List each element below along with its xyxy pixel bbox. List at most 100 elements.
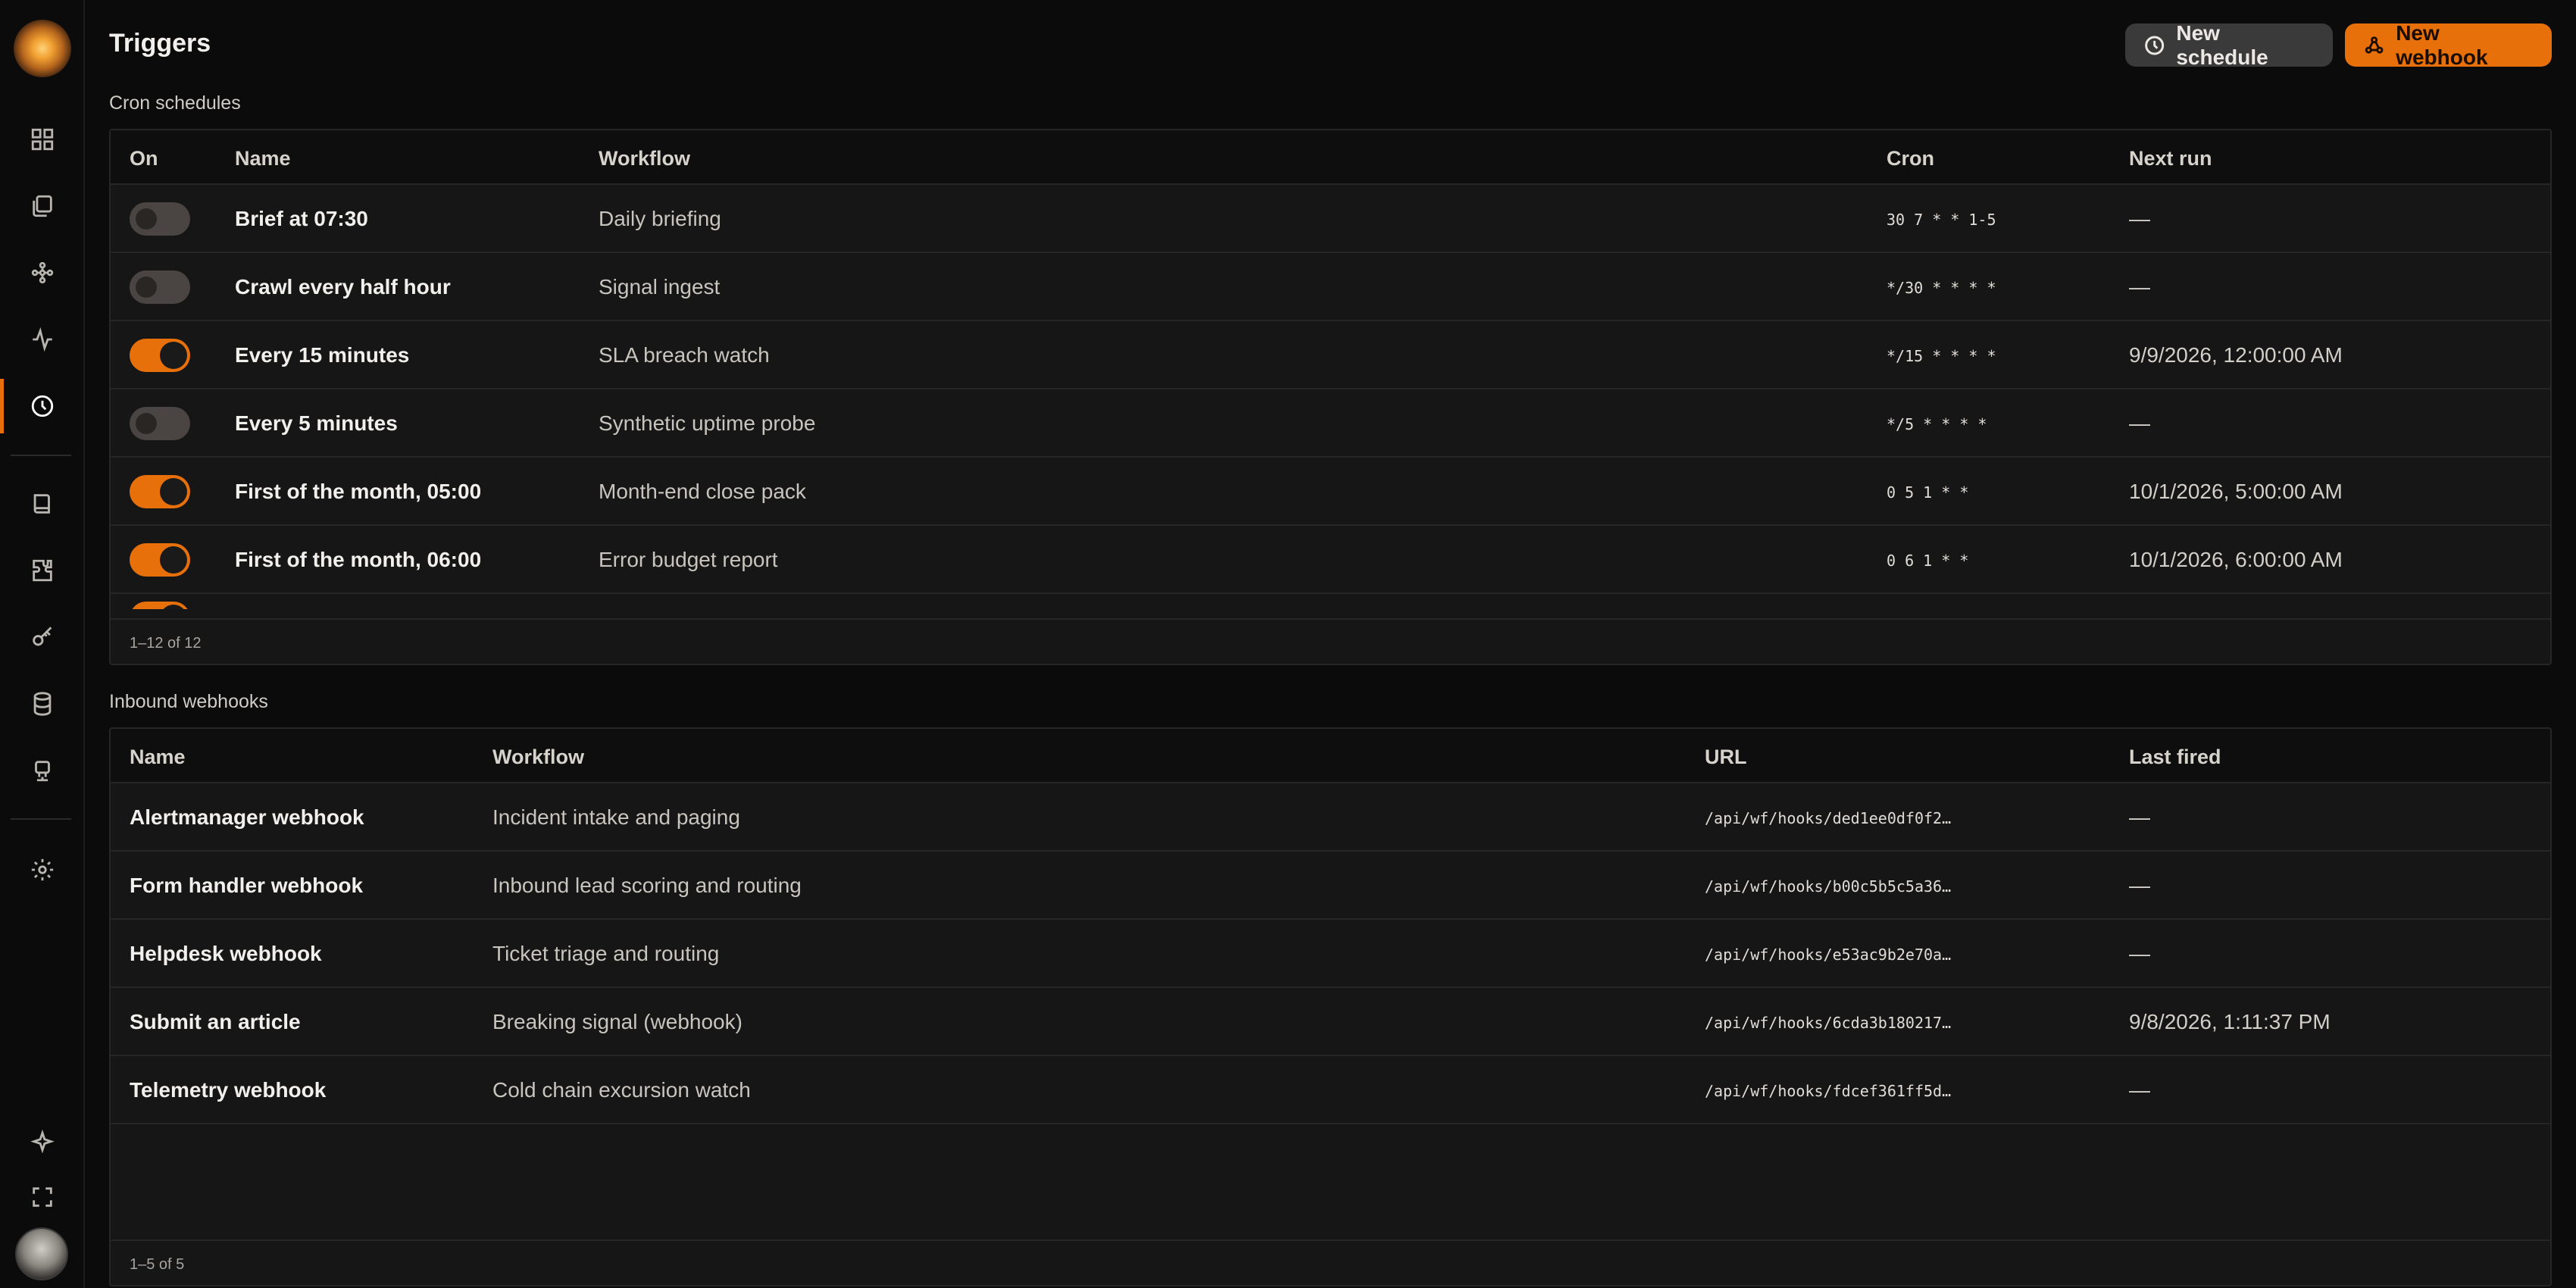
toggle-knob [136,413,157,434]
enable-toggle[interactable] [130,202,190,236]
last-fired: — [2129,874,2150,897]
col-on: On [130,147,158,170]
webhook-url: /api/wf/hooks/ded1ee0df0f2… [1705,809,1952,827]
sidebar-item-activity[interactable] [0,309,85,370]
activity-icon [33,327,52,352]
sidebar-item-graph[interactable] [0,242,85,303]
sidebar-item-plugins[interactable] [0,540,85,601]
col-cron[interactable]: Cron [1887,147,1934,170]
clock-icon [2145,36,2165,55]
book-icon [33,494,50,514]
table-row: Form handler webhook Inbound lead scoring… [111,852,2550,920]
next-run: — [2129,275,2150,299]
table-row: Telemetry webhook Cold chain excursion wa… [111,1056,2550,1124]
enable-toggle[interactable] [130,407,190,440]
enable-toggle[interactable] [130,339,190,372]
table-row: Helpdesk webhook Ticket triage and routin… [111,920,2550,988]
app-logo[interactable] [14,20,71,77]
col-name[interactable]: Name [235,147,291,170]
webhook-name: Helpdesk webhook [130,942,322,965]
new-schedule-label: New schedule [2176,20,2268,69]
schedule-workflow[interactable]: Error budget report [599,548,778,572]
sidebar-item-assistant[interactable] [0,1112,85,1173]
sidebar-item-settings[interactable] [0,839,85,900]
enable-toggle[interactable] [130,602,190,609]
webhook-url: /api/wf/hooks/fdcef361ff5d… [1705,1082,1952,1100]
last-fired: — [2129,805,2150,829]
schedule-name: Brief at 07:30 [235,207,368,230]
schedule-workflow[interactable]: SLA breach watch [599,343,770,367]
col-workflow[interactable]: Workflow [599,147,690,170]
last-fired: 9/8/2026, 1:11:37 PM [2129,1010,2331,1033]
sidebar-item-agents[interactable] [0,740,85,801]
webhook-workflow[interactable]: Incident intake and paging [492,805,740,830]
schedule-name: First of the month, 05:00 [235,480,482,503]
webhook-workflow[interactable]: Cold chain excursion watch [492,1078,751,1102]
cron-section-label: Cron schedules [109,92,241,114]
webhook-url: /api/wf/hooks/b00c5b5c5a36… [1705,877,1952,896]
webhook-workflow[interactable]: Breaking signal (webhook) [492,1010,742,1034]
puzzle-icon [33,559,52,582]
sidebar-item-files[interactable] [0,176,85,236]
table-row: Crawl every half hour Signal ingest */30 *… [111,253,2550,321]
sidebar-item-triggers[interactable] [0,376,85,436]
sidebar-item-docs[interactable] [0,474,85,534]
enable-toggle[interactable] [130,270,190,304]
webhooks-pagination: 1–5 of 5 [130,1256,185,1273]
col-workflow[interactable]: Workflow [492,746,584,769]
schedule-workflow[interactable]: Month-end close pack [599,480,806,504]
sidebar-item-dashboard[interactable] [0,109,85,170]
clock-icon [31,395,54,417]
webhook-name: Form handler webhook [130,874,364,897]
next-run: — [2129,207,2150,230]
table-row: Alertmanager webhook Incident intake and … [111,783,2550,852]
table-row: Brief at 07:30 Daily briefing 30 7 * * 1-5… [111,185,2550,253]
schedule-workflow[interactable]: Daily briefing [599,207,721,231]
cron-expression: */30 * * * * [1887,279,1996,297]
enable-toggle[interactable] [130,543,190,577]
robot-icon [35,761,50,782]
cron-pagination: 1–12 of 12 [130,635,202,652]
table-row-partial [111,594,2550,609]
cron-expression: 0 6 1 * * [1887,552,1969,570]
cron-table-header: On Name Workflow Cron Next run [111,130,2550,185]
webhook-url: /api/wf/hooks/6cda3b180217… [1705,1014,1952,1032]
webhook-name: Alertmanager webhook [130,805,364,829]
sidebar-item-fullscreen[interactable] [0,1167,85,1227]
last-fired: — [2129,942,2150,965]
page-title: Triggers [109,29,211,58]
next-run: — [2129,411,2150,435]
cron-footer: 1–12 of 12 [111,618,2550,664]
avatar[interactable] [15,1227,68,1280]
toggle-knob [160,342,187,369]
schedule-name: First of the month, 06:00 [235,548,482,571]
enable-toggle[interactable] [130,475,190,508]
webhook-url: /api/wf/hooks/e53ac9b2e70a… [1705,946,1952,964]
webhook-workflow[interactable]: Inbound lead scoring and routing [492,874,802,898]
files-icon [33,195,52,217]
toggle-knob [160,605,187,609]
cron-table: On Name Workflow Cron Next run Brief at … [109,129,2552,665]
webhook-workflow[interactable]: Ticket triage and routing [492,942,719,966]
webhooks-table-header: Name Workflow URL Last fired [111,729,2550,783]
sidebar-item-database[interactable] [0,674,85,734]
new-schedule-button[interactable]: New schedule [2125,20,2333,69]
sidebar-item-keys[interactable] [0,607,85,667]
schedule-workflow[interactable]: Synthetic uptime probe [599,411,815,436]
col-last-fired[interactable]: Last fired [2129,746,2221,769]
fullscreen-icon [33,1187,52,1207]
graph-icon [31,261,54,284]
cron-expression: */15 * * * * [1887,347,1996,365]
schedule-workflow[interactable]: Signal ingest [599,275,720,299]
table-row: Submit an article Breaking signal (webhoo… [111,988,2550,1056]
cron-expression: 0 5 1 * * [1887,483,1969,502]
schedule-name: Crawl every half hour [235,275,451,299]
cron-expression: */5 * * * * [1887,415,1987,433]
key-icon [33,627,52,646]
col-name[interactable]: Name [130,746,186,769]
gear-icon [31,858,54,881]
schedule-name: Every 5 minutes [235,411,398,435]
new-webhook-button[interactable]: New webhook [2345,20,2552,69]
col-next-run[interactable]: Next run [2129,147,2212,170]
new-webhook-label: New webhook [2396,20,2488,69]
